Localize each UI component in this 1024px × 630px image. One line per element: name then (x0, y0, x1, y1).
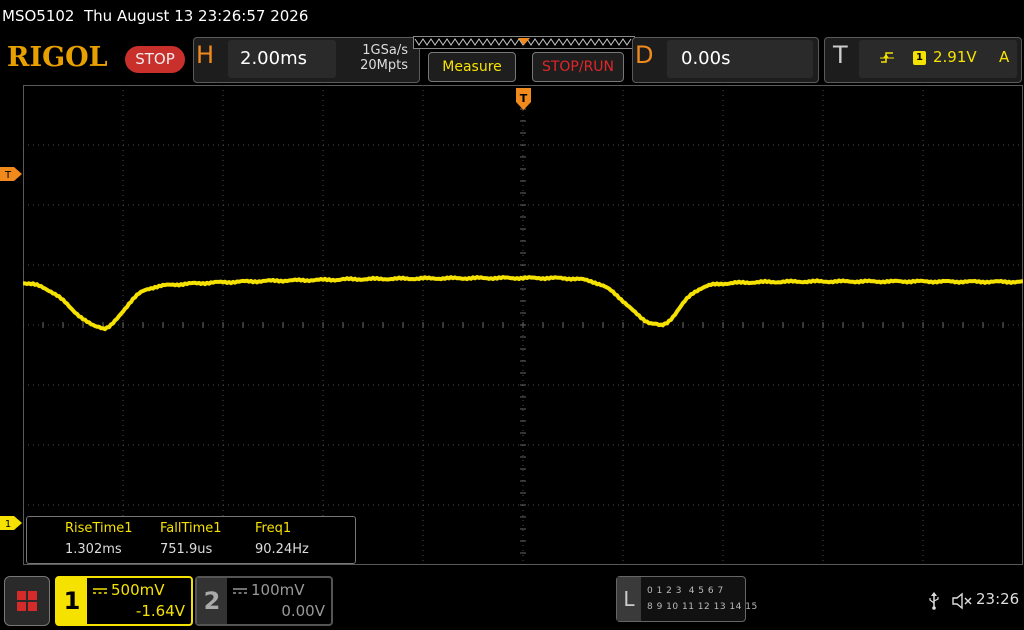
ch1-offset-marker-label: 1 (5, 519, 11, 530)
trigger-level-marker-label: T (4, 170, 12, 181)
dc-coupling-icon (93, 587, 107, 594)
memory-depth: 20Mpts (360, 58, 408, 73)
trigger-position-marker[interactable]: T (516, 88, 531, 110)
la-channels-row1: 0 1 2 3 4 5 6 7 (647, 586, 724, 596)
meas-label: RiseTime1 (65, 521, 133, 536)
trigger-level-marker[interactable]: T (0, 167, 22, 181)
ch1-scale: 500mV (93, 581, 165, 599)
datetime: Thu August 13 23:26:57 2026 (84, 7, 309, 25)
main-menu-button[interactable] (4, 576, 50, 626)
ch2-panel[interactable]: 2 100mV 0.00V (195, 576, 333, 626)
bottom-bar: 1 500mV -1.64V 2 100mV 0.00V L 0 1 2 3 4… (0, 572, 1024, 630)
clock: 23:26 (976, 590, 1020, 608)
trigger-letter: T (833, 41, 848, 69)
meas-item: FallTime1 751.9us (160, 521, 222, 557)
timebase-value[interactable]: 2.00ms (228, 40, 336, 78)
grid-lines (23, 85, 1023, 565)
delay-value[interactable]: 0.00s (667, 40, 813, 78)
meas-label: Freq1 (255, 521, 292, 536)
trigger-settings[interactable]: 1 2.91V A (859, 40, 1017, 78)
meas-value: 90.24Hz (255, 542, 309, 557)
trigger-position-marker-label: T (520, 92, 528, 105)
ch2-offset: 0.00V (281, 602, 325, 620)
model-name: MSO5102 (2, 7, 75, 25)
ch2-scale-value: 100mV (251, 581, 305, 599)
horizontal-panel[interactable]: H 2.00ms 1GSa/s 20Mpts (193, 37, 420, 83)
trigger-mode: A (999, 48, 1010, 66)
meas-value: 751.9us (160, 542, 213, 557)
trigger-position-bar (413, 36, 635, 49)
sample-rate: 1GSa/s (362, 43, 408, 58)
ch1-offset: -1.64V (135, 602, 185, 620)
run-state-badge[interactable]: STOP (125, 46, 185, 73)
horizontal-letter: H (196, 41, 215, 69)
meas-item: Freq1 90.24Hz (255, 521, 309, 557)
stop-run-button[interactable]: STOP/RUN (532, 52, 624, 82)
ch1-offset-marker[interactable]: 1 (0, 516, 22, 530)
la-channels-row2: 8 9 10 11 12 13 14 15 (647, 602, 758, 612)
la-letter: L (617, 577, 641, 621)
rigol-logo: RIGOL (7, 42, 108, 73)
mute-speaker-icon[interactable] (952, 592, 972, 610)
meas-label: FallTime1 (160, 521, 222, 536)
graticule-svg (23, 85, 1023, 565)
ch1-waveform (23, 275, 1023, 332)
rising-edge-icon (880, 52, 894, 63)
measure-button[interactable]: Measure (428, 52, 516, 82)
ch1-number: 1 (57, 578, 87, 624)
meas-item: RiseTime1 1.302ms (65, 521, 133, 557)
trigger-panel[interactable]: T 1 2.91V A (824, 37, 1022, 83)
ch2-scale: 100mV (233, 581, 305, 599)
title-bar: MSO5102 Thu August 13 23:26:57 2026 (0, 0, 1024, 32)
delay-letter: D (635, 41, 654, 69)
delay-panel[interactable]: D 0.00s (632, 37, 819, 83)
top-bar: RIGOL STOP H 2.00ms 1GSa/s 20Mpts Measur… (0, 34, 1024, 84)
usb-icon (929, 592, 939, 610)
waveform-graticule[interactable] (23, 85, 1023, 565)
ch2-number: 2 (197, 578, 227, 624)
trigger-level: 2.91V (933, 48, 977, 66)
logic-analyzer-panel[interactable]: L 0 1 2 3 4 5 6 7 8 9 10 11 12 13 14 15 (616, 576, 757, 622)
ch1-panel[interactable]: 1 500mV -1.64V (55, 576, 193, 626)
measurement-box[interactable]: RiseTime1 1.302ms FallTime1 751.9us Freq… (26, 516, 356, 564)
menu-grid-icon (17, 591, 37, 611)
ch1-scale-value: 500mV (111, 581, 165, 599)
trigger-source-badge: 1 (913, 51, 926, 65)
dc-coupling-icon (233, 587, 247, 594)
meas-value: 1.302ms (65, 542, 122, 557)
